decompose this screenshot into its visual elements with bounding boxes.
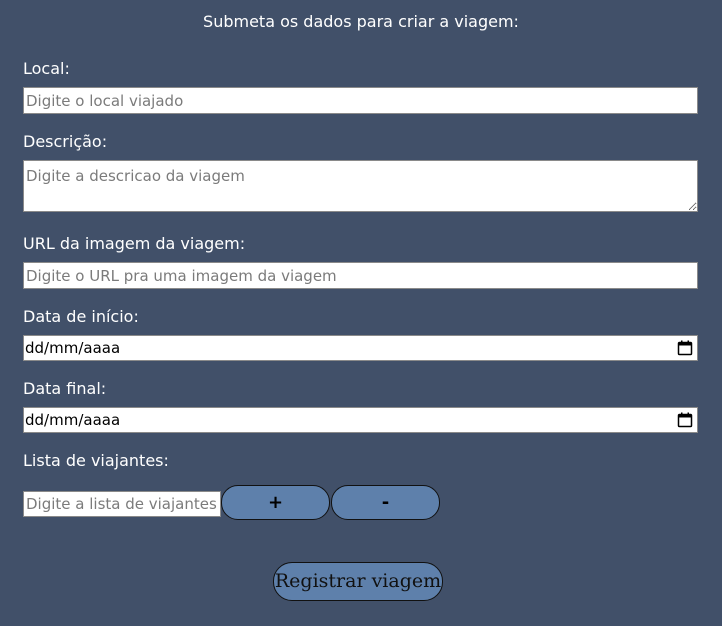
- imagem-url-input[interactable]: [23, 262, 698, 289]
- descricao-label: Descrição:: [23, 132, 108, 151]
- data-final-value: dd/mm/aaaa: [25, 411, 121, 429]
- add-traveler-button[interactable]: +: [221, 485, 330, 520]
- local-input[interactable]: [23, 87, 698, 114]
- data-final-label: Data final:: [23, 379, 107, 398]
- data-inicio-value: dd/mm/aaaa: [25, 339, 121, 357]
- data-inicio-input[interactable]: dd/mm/aaaa: [23, 335, 698, 361]
- calendar-icon[interactable]: [677, 412, 693, 428]
- calendar-icon[interactable]: [677, 340, 693, 356]
- form-heading: Submeta os dados para criar a viagem:: [203, 12, 519, 31]
- data-inicio-label: Data de início:: [23, 307, 139, 326]
- data-final-input[interactable]: dd/mm/aaaa: [23, 407, 698, 433]
- local-label: Local:: [23, 59, 70, 78]
- trip-form-page: Submeta os dados para criar a viagem: Lo…: [0, 0, 722, 626]
- registrar-viagem-button[interactable]: Registrar viagem: [273, 562, 443, 601]
- viajantes-label: Lista de viajantes:: [23, 451, 169, 470]
- remove-traveler-button[interactable]: -: [331, 485, 440, 520]
- viajantes-input[interactable]: [23, 491, 221, 517]
- descricao-textarea[interactable]: [23, 160, 698, 212]
- imagem-url-label: URL da imagem da viagem:: [23, 234, 246, 253]
